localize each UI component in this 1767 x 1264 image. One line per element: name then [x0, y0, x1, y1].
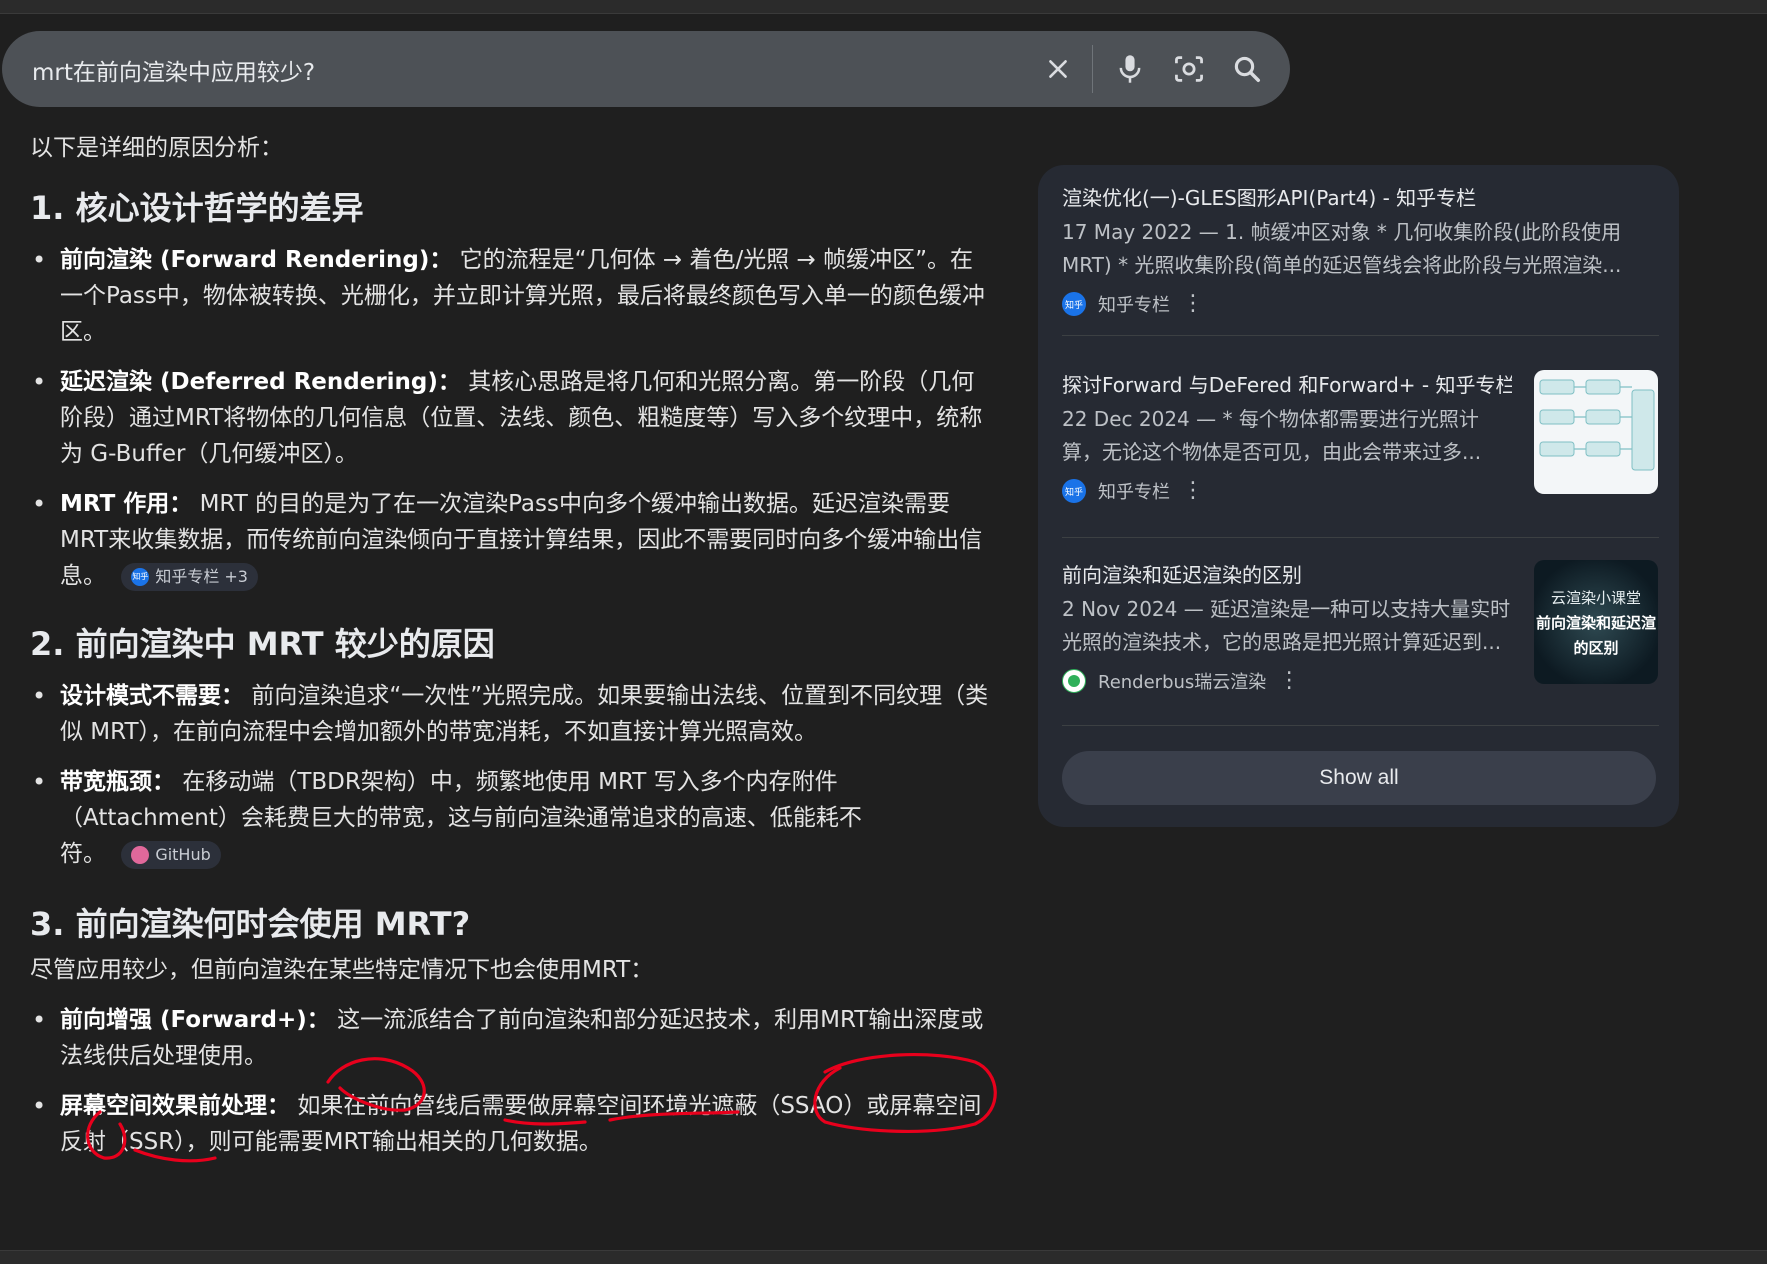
source-site: 知乎专栏: [1098, 482, 1170, 503]
zhihu-favicon-icon: 知乎: [1062, 292, 1086, 316]
section-intro: 尽管应用较少，但前向渲染在某些特定情况下也会使用MRT：: [30, 957, 654, 983]
source-snippet: 2 Nov 2024 — 延迟渲染是一种可以支持大量实时光照的渲染技术，它的思路…: [1062, 597, 1511, 654]
source-chip-label: GitHub: [155, 844, 211, 864]
item-lead: 前向增强 (Forward+)：: [60, 1007, 330, 1033]
browser-bottom-strip: [0, 1250, 1767, 1264]
source-title[interactable]: 前向渲染和延迟渲染的区别: [1062, 560, 1512, 590]
section-list: 前向渲染 (Forward Rendering)： 它的流程是“几何体 → 着色…: [30, 242, 990, 594]
source-title[interactable]: 探讨Forward 与DeFered 和Forward+ - 知乎专栏: [1062, 370, 1512, 400]
source-card[interactable]: 前向渲染和延迟渲染的区别 2 Nov 2024 — 延迟渲染是一种可以支持大量实…: [1062, 560, 1659, 695]
list-item: 前向渲染 (Forward Rendering)： 它的流程是“几何体 → 着色…: [30, 242, 990, 350]
section-heading: 3. 前向渲染何时会使用 MRT?: [30, 905, 471, 943]
section-list: 设计模式不需要： 前向渲染追求“一次性”光照完成。如果要输出法线、位置到不同纹理…: [30, 678, 990, 872]
list-item: 屏幕空间效果前处理： 如果在前向管线后需要做屏幕空间环境光遮蔽（SSAO）或屏幕…: [30, 1088, 990, 1160]
source-chip[interactable]: 知乎 知乎专栏 +3: [121, 562, 258, 591]
list-item: 带宽瓶颈： 在移动端（TBDR架构）中，频繁地使用 MRT 写入多个内存附件（A…: [30, 764, 990, 872]
show-all-button[interactable]: Show all: [1062, 751, 1656, 805]
thumbnail-caption: 的区别: [1573, 638, 1619, 657]
clear-search-button[interactable]: [1038, 49, 1078, 89]
item-lead: 设计模式不需要：: [60, 683, 244, 709]
source-snippet: 17 May 2022 — 1. 帧缓冲区对象 * 几何收集阶段(此阶段使用MR…: [1062, 220, 1622, 277]
more-options-icon[interactable]: ⋮: [1182, 293, 1204, 315]
section-heading: 1. 核心设计哲学的差异: [30, 189, 364, 227]
source-site: Renderbus瑞云渲染: [1098, 672, 1267, 693]
flowchart-thumbnail-icon: [1539, 379, 1655, 471]
more-options-icon[interactable]: ⋮: [1182, 480, 1204, 502]
browser-top-strip: [0, 0, 1767, 14]
ai-answer: 以下是详细的原因分析： 1. 核心设计哲学的差异 前向渲染 (Forward R…: [30, 130, 990, 1160]
source-site: 知乎专栏: [1098, 295, 1170, 316]
divider: [1062, 335, 1659, 336]
section-list: 前向增强 (Forward+)： 这一流派结合了前向渲染和部分延迟技术，利用MR…: [30, 1002, 990, 1160]
item-lead: 前向渲染 (Forward Rendering)：: [60, 247, 453, 273]
zhihu-favicon-icon: 知乎: [131, 567, 150, 586]
list-item: 设计模式不需要： 前向渲染追求“一次性”光照完成。如果要输出法线、位置到不同纹理…: [30, 678, 990, 750]
search-bar-divider: [1092, 45, 1093, 93]
thumbnail-caption: 前向渲染和延迟渲: [1535, 613, 1656, 632]
divider: [1062, 725, 1659, 726]
source-title[interactable]: 渲染优化(一)-GLES图形API(Part4) - 知乎专栏: [1062, 183, 1659, 213]
source-footer: 知乎 知乎专栏 ⋮: [1062, 290, 1659, 318]
sources-panel: 渲染优化(一)-GLES图形API(Part4) - 知乎专栏 17 May 2…: [1038, 165, 1679, 827]
list-item: MRT 作用： MRT 的目的是为了在一次渲染Pass中向多个缓冲输出数据。延迟…: [30, 486, 990, 594]
source-chip-label: 知乎专栏 +3: [155, 566, 248, 586]
item-lead: 带宽瓶颈：: [60, 769, 175, 795]
source-card[interactable]: 探讨Forward 与DeFered 和Forward+ - 知乎专栏 22 D…: [1062, 370, 1659, 505]
list-item: 延迟渲染 (Deferred Rendering)： 其核心思路是将几何和光照分…: [30, 364, 990, 472]
source-chip[interactable]: GitHub: [121, 840, 221, 869]
voice-search-button[interactable]: [1110, 49, 1150, 89]
section-heading: 2. 前向渲染中 MRT 较少的原因: [30, 625, 495, 663]
thumbnail-caption: 云渲染小课堂: [1550, 588, 1641, 607]
github-favicon-icon: [131, 845, 150, 864]
list-item: 前向增强 (Forward+)： 这一流派结合了前向渲染和部分延迟技术，利用MR…: [30, 1002, 990, 1074]
source-thumbnail[interactable]: 云渲染小课堂 前向渲染和延迟渲 的区别: [1534, 560, 1658, 684]
search-bar: [2, 31, 1290, 107]
source-snippet: 22 Dec 2024 — * 每个物体都需要进行光照计算，无论这个物体是否可见…: [1062, 407, 1482, 464]
item-lead: MRT 作用：: [60, 491, 193, 517]
answer-intro: 以下是详细的原因分析：: [30, 135, 283, 161]
divider: [1062, 537, 1659, 538]
image-search-button[interactable]: [1169, 49, 1209, 89]
source-thumbnail[interactable]: [1534, 370, 1658, 494]
search-input[interactable]: [30, 49, 994, 91]
search-button[interactable]: [1227, 49, 1267, 89]
zhihu-favicon-icon: 知乎: [1062, 479, 1086, 503]
item-lead: 延迟渲染 (Deferred Rendering)：: [60, 369, 461, 395]
source-card[interactable]: 渲染优化(一)-GLES图形API(Part4) - 知乎专栏 17 May 2…: [1062, 183, 1659, 318]
camera-lens-icon: [1175, 56, 1203, 82]
renderbus-favicon-icon: [1062, 669, 1086, 693]
close-icon: [1049, 60, 1067, 78]
microphone-icon: [1119, 55, 1141, 83]
item-lead: 屏幕空间效果前处理：: [60, 1093, 290, 1119]
search-icon: [1234, 56, 1260, 82]
more-options-icon[interactable]: ⋮: [1278, 670, 1300, 692]
